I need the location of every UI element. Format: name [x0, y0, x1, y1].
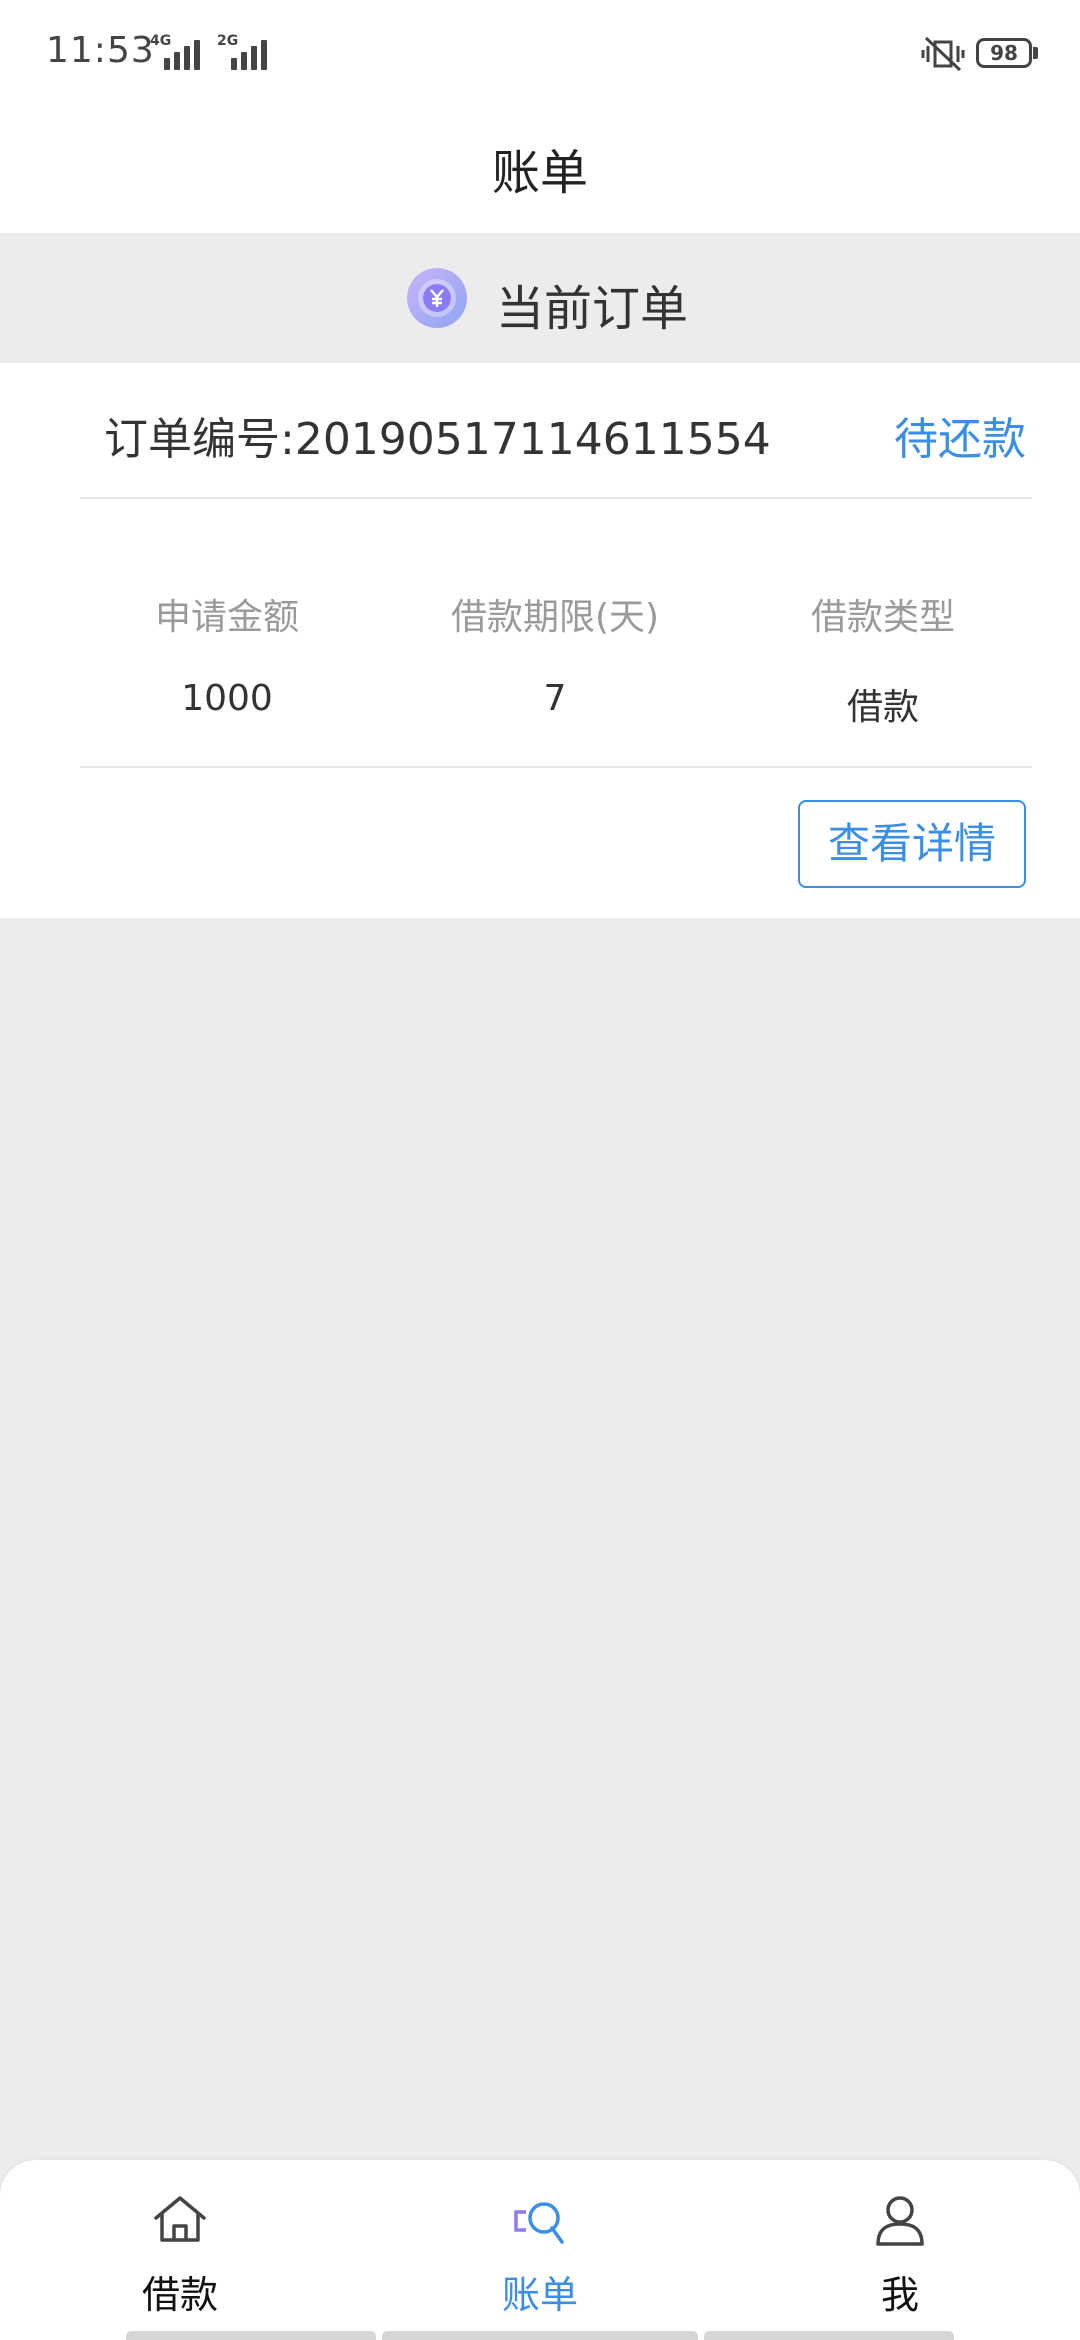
- current-order-section-header: 当前订单: [0, 233, 1080, 363]
- gesture-bar: [382, 2331, 698, 2340]
- bill-search-icon: [514, 2202, 564, 2244]
- amount-label: 申请金额: [154, 597, 299, 638]
- status-time: 11:53: [46, 30, 155, 71]
- type-value: 借款: [846, 687, 919, 728]
- battery-tip: [1033, 47, 1038, 59]
- nav-label-me: 我: [880, 2273, 919, 2317]
- battery-icon: 98: [976, 38, 1032, 68]
- order-coin-icon: [407, 268, 467, 328]
- divider: [80, 766, 1032, 768]
- term-value: 7: [543, 678, 567, 719]
- status-bar: 11:53 4G 2G 98: [0, 0, 1080, 105]
- network-type-4g: 4G: [150, 33, 172, 49]
- nav-label-loan: 借款: [141, 2273, 218, 2317]
- bottom-navigation: 借款 账单 我: [0, 2160, 1080, 2340]
- order-status-badge: 待还款: [894, 414, 1026, 465]
- nav-item-me[interactable]: 我: [800, 2190, 1000, 2320]
- vibrate-mute-icon: [921, 36, 965, 72]
- divider: [80, 497, 1032, 499]
- amount-value: 1000: [181, 678, 273, 719]
- page-header: 账单: [0, 105, 1080, 233]
- nav-item-bill[interactable]: 账单: [440, 2190, 640, 2320]
- type-label: 借款类型: [810, 597, 955, 638]
- signal-4g-icon: 4G: [150, 33, 224, 70]
- order-card: 订单编号:20190517114611554 待还款 申请金额 1000 借款期…: [0, 363, 1080, 918]
- section-title: 当前订单: [496, 281, 689, 337]
- order-number: 订单编号:20190517114611554: [104, 414, 771, 465]
- term-label: 借款期限(天): [450, 597, 660, 638]
- info-column-type: 借款类型 借款: [718, 588, 1048, 730]
- page-title: 账单: [491, 145, 588, 201]
- gesture-bar: [704, 2331, 954, 2340]
- nav-label-bill: 账单: [501, 2273, 578, 2317]
- signal-2g-icon: 2G: [217, 33, 291, 70]
- view-details-button[interactable]: 查看详情: [798, 800, 1026, 888]
- info-column-amount: 申请金额 1000: [62, 588, 392, 719]
- info-column-term: 借款期限(天) 7: [390, 588, 720, 719]
- gesture-bar: [126, 2331, 376, 2340]
- home-icon: [154, 2196, 206, 2242]
- network-type-2g: 2G: [217, 33, 239, 49]
- nav-item-loan[interactable]: 借款: [80, 2190, 280, 2320]
- user-icon: [876, 2196, 924, 2246]
